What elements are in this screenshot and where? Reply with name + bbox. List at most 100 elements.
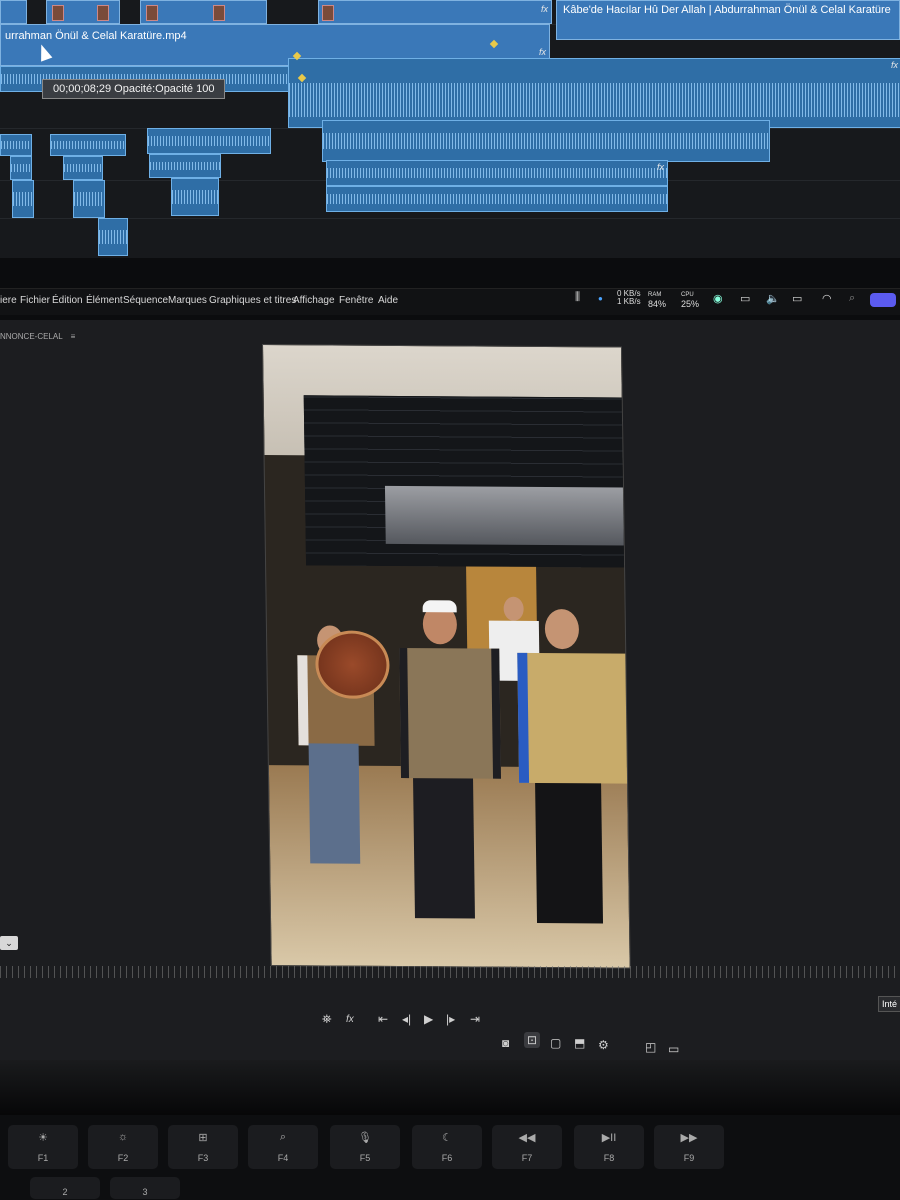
menu-item-edition[interactable]: Édition <box>52 295 83 306</box>
video-clip[interactable]: fx <box>318 0 552 24</box>
video-clip[interactable] <box>140 0 267 24</box>
frame-icon[interactable]: ▢ <box>550 1036 561 1050</box>
keyframe-marker[interactable] <box>489 39 499 49</box>
ram-label: RAM <box>648 292 662 298</box>
audio-clip[interactable] <box>171 178 219 216</box>
panel-title: NNONCE-CELAL ≡ <box>0 332 75 341</box>
audio-clip[interactable] <box>73 180 105 218</box>
marker-icon[interactable]: ⛯ <box>322 1012 332 1027</box>
key-icon: ⌕ <box>279 1131 287 1143</box>
audio-clip[interactable] <box>322 120 770 162</box>
person-vest <box>399 647 502 779</box>
key-f3[interactable]: ⊞ F3 <box>168 1125 238 1169</box>
export-frame-icon[interactable]: ⬒ <box>574 1036 585 1050</box>
mark-in-icon[interactable]: ⇤ <box>378 1012 388 1026</box>
pizza-lahmacun <box>314 630 390 699</box>
cpu-status: CPU 25% <box>681 289 699 309</box>
video-clip-kabe[interactable]: Kâbe'de Hacılar Hû Der Allah | Abdurrahm… <box>556 0 900 40</box>
key-number[interactable]: 3 <box>110 1177 180 1199</box>
key-icon: ▶▶ <box>680 1132 698 1144</box>
fx-button[interactable]: fx <box>346 1014 354 1025</box>
step-forward-icon[interactable]: |▸ <box>446 1012 455 1026</box>
net-down: 1 KB/s <box>617 297 641 306</box>
key-label: F5 <box>359 1153 371 1163</box>
audio-clip-main[interactable]: fx <box>288 58 900 128</box>
mark-out-icon[interactable]: ⇥ <box>470 1012 480 1026</box>
key-label: F9 <box>683 1153 695 1163</box>
wifi-icon[interactable]: ◠ <box>822 292 832 305</box>
lift-icon[interactable]: ◰ <box>645 1040 656 1054</box>
video-clip[interactable] <box>46 0 120 24</box>
video-clip[interactable] <box>0 0 27 24</box>
key-number[interactable]: 2 <box>30 1177 100 1199</box>
key-f6[interactable]: ☾ F6 <box>412 1125 482 1169</box>
key-f9[interactable]: ▶▶ F9 <box>654 1125 724 1169</box>
person-cap <box>422 600 457 613</box>
step-back-icon[interactable]: ◂| <box>402 1012 411 1026</box>
menu-item-marques[interactable]: Marques <box>168 295 207 306</box>
audio-clip[interactable]: fx <box>326 160 668 186</box>
menu-item-fichier[interactable]: Fichier <box>20 295 50 306</box>
clip-name: Kâbe'de Hacılar Hû Der Allah | Abdurrahm… <box>563 4 891 16</box>
audio-clip[interactable] <box>12 180 34 218</box>
menu-item-sequence[interactable]: Séquence <box>123 295 168 306</box>
compare-icon[interactable]: ▭ <box>668 1042 679 1056</box>
menu-item-graphiques[interactable]: Graphiques et titres <box>209 295 296 306</box>
battery-icon[interactable]: ▭ <box>792 292 802 305</box>
menu-item-aide[interactable]: Aide <box>378 295 398 306</box>
key-icon: ▶II <box>601 1132 617 1144</box>
key-icon: 🎙 <box>358 1132 372 1144</box>
person-head <box>544 608 580 650</box>
dropdown-chevron-icon[interactable]: ⌄ <box>0 936 18 950</box>
key-label: F8 <box>603 1153 615 1163</box>
video-frame[interactable] <box>262 344 631 969</box>
audio-clip[interactable] <box>147 128 271 154</box>
audio-clip[interactable] <box>149 154 221 178</box>
key-f1[interactable]: ☀ F1 <box>8 1125 78 1169</box>
person-vest <box>517 652 631 784</box>
key-label: 3 <box>142 1187 148 1197</box>
time-ruler[interactable] <box>0 966 900 978</box>
app-status-icon[interactable]: ◉ <box>713 292 723 305</box>
person-jeans <box>308 743 361 864</box>
key-icon: ⊞ <box>198 1132 208 1144</box>
audio-clip[interactable] <box>98 218 128 256</box>
clip-name: urrahman Önül & Celal Karatüre.mp4 <box>5 30 187 42</box>
settings-icon[interactable]: ⚙ <box>598 1038 609 1052</box>
volume-icon[interactable]: 🔈 <box>766 292 780 305</box>
key-f7[interactable]: ◀◀ F7 <box>492 1125 562 1169</box>
camera-icon[interactable]: ◙ <box>502 1036 509 1050</box>
audio-clip[interactable] <box>0 134 32 156</box>
menu-item-app[interactable]: iere <box>0 295 17 306</box>
key-icon: ◀◀ <box>518 1132 536 1144</box>
audio-clip[interactable] <box>10 156 32 180</box>
key-label: F2 <box>117 1153 129 1163</box>
key-label: F3 <box>197 1153 209 1163</box>
key-label: F4 <box>277 1153 289 1163</box>
panel-menu-icon[interactable]: ≡ <box>71 332 76 341</box>
key-f8[interactable]: ▶II F8 <box>574 1125 644 1169</box>
control-center-icon[interactable] <box>870 293 896 307</box>
insert-button[interactable]: Inté <box>878 996 900 1012</box>
key-f4[interactable]: ⌕ F4 <box>248 1125 318 1169</box>
key-f5[interactable]: 🎙 F5 <box>330 1125 400 1169</box>
key-label: F6 <box>441 1153 453 1163</box>
play-icon[interactable]: ▶ <box>424 1012 433 1026</box>
search-icon[interactable]: ⌕ <box>849 292 855 305</box>
safe-margins-icon[interactable]: ⊡ <box>524 1032 541 1048</box>
menu-item-affichage[interactable]: Affichage <box>293 295 335 306</box>
laptop-bezel <box>0 1060 900 1120</box>
menu-item-element[interactable]: Élément <box>86 295 123 306</box>
clip-thumbnail <box>213 5 225 21</box>
audio-clip[interactable] <box>50 134 126 156</box>
key-f2[interactable]: ☼ F2 <box>88 1125 158 1169</box>
key-icon: ☾ <box>442 1132 452 1144</box>
audio-clip[interactable] <box>326 186 668 212</box>
menu-item-fenetre[interactable]: Fenêtre <box>339 295 373 306</box>
audio-clip[interactable] <box>63 156 103 180</box>
timeline-panel[interactable]: fx Kâbe'de Hacılar Hû Der Allah | Abdurr… <box>0 0 900 258</box>
cpu-value: 25% <box>681 299 700 309</box>
display-icon[interactable]: ▭ <box>740 292 750 305</box>
clip-thumbnail <box>97 5 109 21</box>
fx-badge: fx <box>538 47 546 57</box>
